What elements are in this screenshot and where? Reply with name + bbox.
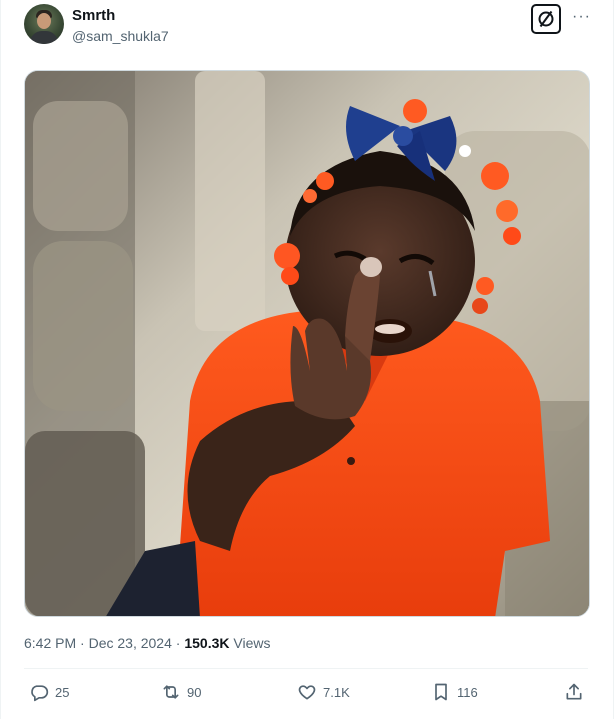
repost-icon [163,685,179,699]
grok-button[interactable] [531,4,561,34]
avatar-face [37,13,51,29]
action-bar: 25 90 7.1K 116 [1,677,614,707]
share-icon [566,683,582,700]
repost-button[interactable]: 90 [161,677,201,707]
bookmark-icon [435,683,447,701]
like-button[interactable]: 7.1K [297,677,350,707]
tweet-meta: 6:42 PM · Dec 23, 2024 · 150.3K Views [24,634,270,652]
grok-icon [538,10,554,28]
more-icon[interactable]: ··· [572,9,591,25]
repost-count: 90 [187,684,202,700]
meta-separator: · [175,635,181,651]
reply-count: 25 [55,684,70,700]
views-count: 150.3K [184,635,230,651]
tweet-image[interactable] [24,70,590,617]
divider [24,668,588,669]
meme-photo [25,71,589,616]
share-button[interactable] [564,677,584,707]
bookmark-button[interactable]: 116 [431,677,478,707]
views-label: Views [233,635,271,651]
bookmark-count: 116 [457,684,478,700]
reply-button[interactable]: 25 [29,677,69,707]
like-icon [298,685,316,700]
avatar-body [30,31,58,44]
author-name[interactable]: Smrth [72,7,115,25]
meta-separator: · [80,635,85,651]
author-handle[interactable]: @sam_shukla7 [72,27,169,45]
tweet-time[interactable]: 6:42 PM [24,635,76,651]
tweet-date[interactable]: Dec 23, 2024 [89,635,172,651]
reply-icon [31,685,49,702]
tweet-card: Smrth @sam_shukla7 ··· 6:42 PM · Dec 23,… [0,0,614,719]
avatar[interactable] [24,4,64,44]
like-count: 7.1K [323,684,350,700]
